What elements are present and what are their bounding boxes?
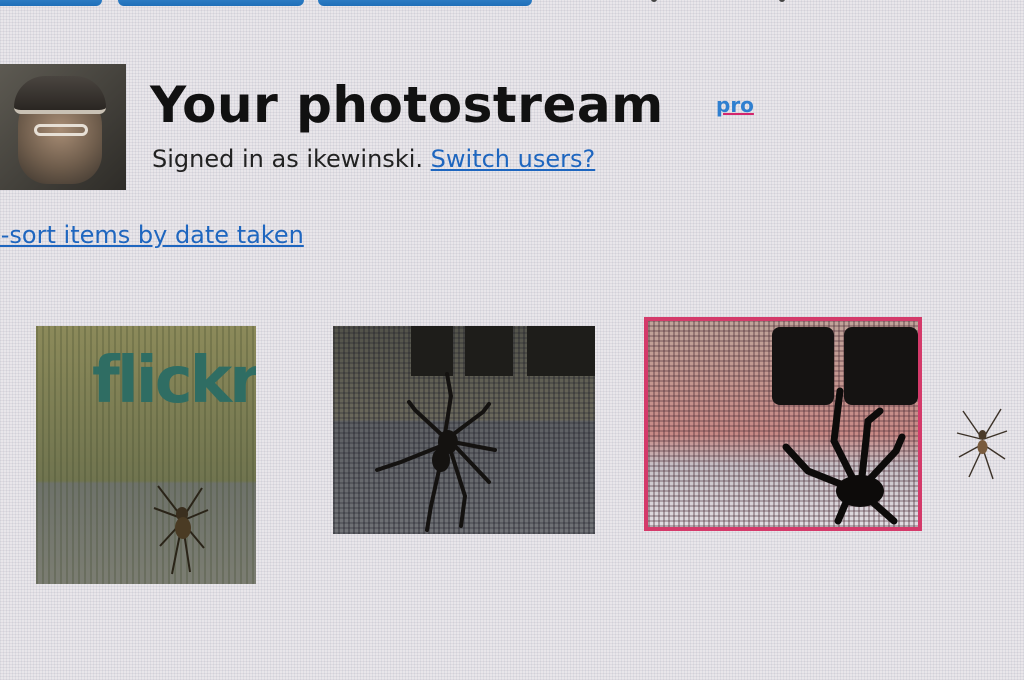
page-title: Your photostream xyxy=(150,76,664,134)
nav-tab-3[interactable] xyxy=(318,0,532,6)
nav-tab-1[interactable] xyxy=(0,0,102,6)
spider-icon xyxy=(782,387,906,525)
avatar[interactable] xyxy=(0,64,126,190)
spider-icon xyxy=(153,485,209,575)
nav-marker xyxy=(779,0,785,2)
photo-thumbnail-2[interactable] xyxy=(333,326,595,534)
switch-users-link[interactable]: Switch users? xyxy=(431,145,596,173)
flickr-watermark: flickr xyxy=(92,344,256,418)
resort-by-date-link[interactable]: e-sort items by date taken xyxy=(0,221,304,249)
background-letter xyxy=(527,326,595,376)
nav-marker xyxy=(651,0,657,2)
photo-thumbnail-1[interactable]: flickr xyxy=(36,326,256,584)
spider-icon xyxy=(375,372,497,532)
spider-cursor-icon xyxy=(956,408,1008,480)
photo-thumbnail-3-selected[interactable] xyxy=(644,317,922,531)
nav-tab-2[interactable] xyxy=(118,0,304,6)
signed-in-text: Signed in as ikewinski. xyxy=(152,145,424,173)
avatar-hat xyxy=(14,76,106,114)
avatar-glasses xyxy=(34,124,88,136)
pro-badge[interactable]: pro xyxy=(716,93,754,117)
signed-in-line: Signed in as ikewinski. Switch users? xyxy=(152,145,595,173)
flickr-watermark-main: flickr xyxy=(92,344,256,418)
